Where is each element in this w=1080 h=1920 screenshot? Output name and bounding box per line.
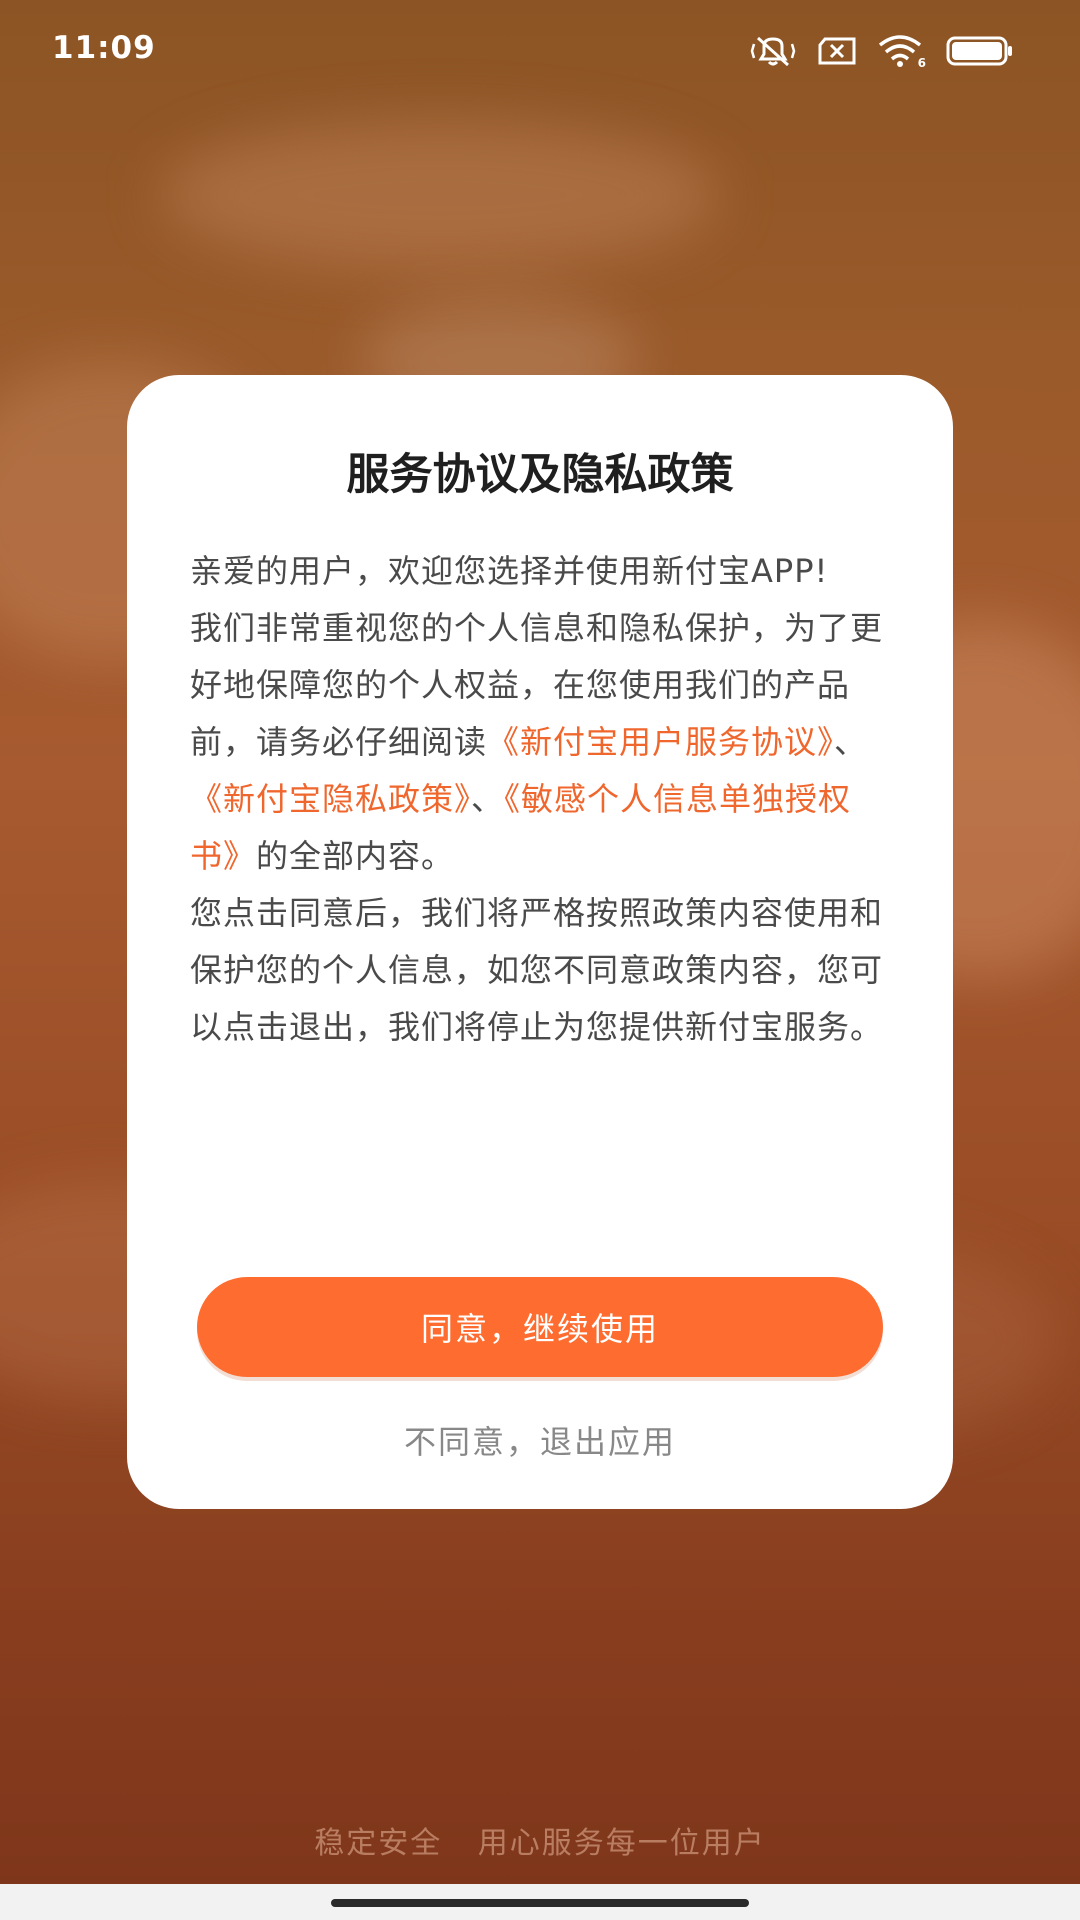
service-agreement-link[interactable]: 《新付宝用户服务协议》 <box>487 723 834 761</box>
footer-slogan: 稳定安全 用心服务每一位用户 <box>314 1826 766 1861</box>
dialog-title: 服务协议及隐私政策 <box>346 450 734 500</box>
status-time: 11:09 <box>52 30 156 66</box>
navigation-bar <box>0 1884 1080 1920</box>
background-blur <box>160 120 720 270</box>
home-gesture-handle[interactable] <box>331 1899 749 1907</box>
dialog-body: 亲爱的用户，欢迎您选择并使用新付宝APP! 我们非常重视您的个人信息和隐私保护，… <box>190 543 890 1056</box>
wifi-icon: 6 <box>878 34 926 70</box>
privacy-policy-link[interactable]: 《新付宝隐私政策》 <box>190 780 471 818</box>
policy-tail-text: 的全部内容。 <box>256 837 455 875</box>
consent-paragraph: 您点击同意后，我们将严格按照政策内容使用和保护您的个人信息，如您不同意政策内容，… <box>190 894 884 1046</box>
separator: 、 <box>471 780 505 818</box>
no-sim-icon <box>816 36 858 66</box>
greeting-text: 亲爱的用户，欢迎您选择并使用新付宝APP! <box>190 552 829 590</box>
battery-icon <box>946 36 1014 66</box>
policy-paragraph: 我们非常重视您的个人信息和隐私保护，为了更好地保障您的个人权益，在您使用我们的产… <box>190 600 890 885</box>
status-bar: 11:09 6 <box>0 0 1080 100</box>
status-icons: 6 <box>750 34 1014 70</box>
wifi-badge: 6 <box>917 56 926 70</box>
agree-continue-button[interactable]: 同意，继续使用 <box>197 1277 883 1377</box>
splash-screen: 11:09 6 服务协议及隐私政策 亲爱的用户，欢迎您选择并使用新付宝APP! … <box>0 0 1080 1920</box>
vibrate-mute-icon <box>750 34 796 68</box>
separator: 、 <box>834 723 868 761</box>
disagree-exit-button[interactable]: 不同意，退出应用 <box>340 1410 740 1470</box>
